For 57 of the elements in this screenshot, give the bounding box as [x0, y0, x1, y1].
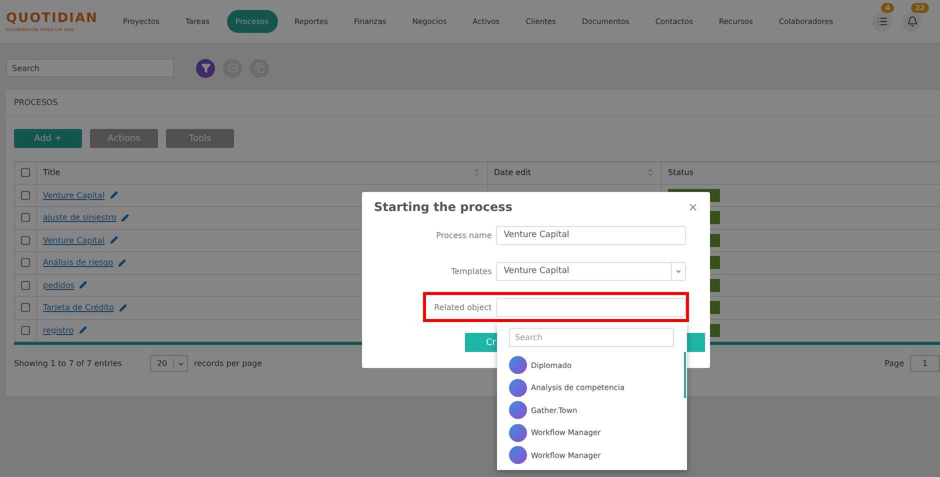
pencil-icon[interactable] — [79, 281, 88, 290]
title-link[interactable]: ajuste de siniestro — [43, 213, 116, 222]
title-link[interactable]: registro — [43, 326, 74, 335]
avatar — [509, 424, 527, 442]
page-field[interactable]: 1 — [910, 355, 940, 372]
title-link[interactable]: pedidos — [43, 280, 74, 290]
column-header: Status — [668, 168, 694, 178]
checkbox[interactable] — [21, 326, 30, 335]
title-link[interactable]: Análisis de riesgo — [43, 258, 114, 268]
page-size-select[interactable]: 20 — [150, 355, 188, 372]
field-label: Related object — [434, 302, 492, 312]
pencil-icon[interactable] — [110, 236, 118, 244]
checkbox[interactable] — [21, 280, 30, 290]
input-field[interactable] — [496, 298, 686, 316]
pencil-icon[interactable] — [118, 304, 127, 312]
close-button[interactable]: × — [688, 200, 698, 214]
avatar — [509, 446, 527, 464]
column-header: Date edit — [494, 168, 532, 178]
checkbox[interactable] — [21, 258, 30, 268]
page-label: Page — [884, 359, 904, 368]
panel-title: PROCESOS — [6, 90, 940, 116]
bell-icon — [906, 16, 918, 27]
dialog-title: Starting the process — [374, 200, 512, 214]
page-size-label: records per page — [194, 359, 262, 368]
sort-icon[interactable] — [472, 168, 481, 178]
pencil-icon[interactable] — [118, 258, 126, 267]
checkbox[interactable] — [21, 213, 30, 222]
checkbox[interactable] — [21, 168, 30, 178]
pencil-icon[interactable] — [78, 326, 87, 334]
search-field[interactable]: Search — [6, 59, 174, 77]
select-field[interactable]: Venture Capital — [496, 262, 686, 280]
notifications-button[interactable] — [902, 12, 922, 32]
avatar — [509, 356, 527, 374]
sort-icon[interactable] — [646, 168, 655, 178]
entries-info: Showing 1 to 7 of 7 entries — [14, 359, 122, 368]
checkbox[interactable] — [21, 190, 30, 200]
copy-icon[interactable] — [250, 58, 269, 78]
checkbox[interactable] — [21, 236, 30, 245]
filter-icon[interactable] — [196, 58, 215, 78]
field-label: Templates — [451, 266, 492, 276]
title-link[interactable]: Venture Capital — [43, 236, 105, 245]
list-button[interactable] — [872, 12, 892, 32]
checkbox-icon[interactable] — [223, 58, 242, 78]
avatar — [509, 401, 527, 420]
input-field[interactable]: Venture Capital — [496, 226, 686, 244]
pencil-icon[interactable] — [121, 214, 130, 222]
column-header: Title — [43, 168, 62, 178]
checkbox[interactable] — [21, 303, 30, 312]
title-link[interactable]: Venture Capital — [43, 190, 105, 200]
toolbar-button[interactable]: Add + — [14, 129, 82, 148]
field-label: Process name — [436, 230, 492, 240]
logo: QUOTIDIAN — [6, 11, 98, 27]
avatar — [509, 378, 527, 397]
pencil-icon[interactable] — [110, 191, 118, 200]
title-link[interactable]: Tarjeta de Crédito — [43, 303, 114, 312]
dropdown-search-field[interactable]: Search — [509, 328, 674, 347]
caret-icon — [675, 268, 682, 274]
